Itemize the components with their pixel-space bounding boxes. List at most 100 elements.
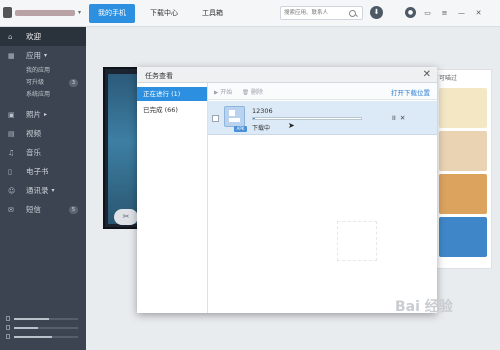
task-row[interactable]: APK 12306 下载中 ➤ II ✕ [208, 101, 437, 135]
category-in-progress[interactable]: 正在进行 (1) [137, 87, 207, 101]
promo-banner[interactable] [439, 174, 487, 214]
category-completed[interactable]: 已完成 (66) [137, 103, 207, 117]
task-category-list: 正在进行 (1) 已完成 (66) [137, 83, 208, 313]
promo-banner[interactable] [439, 217, 487, 257]
progress-fill [253, 118, 256, 119]
promo-banner[interactable] [439, 131, 487, 171]
sidebar-item-ebook[interactable]: ▯ 电子书 [0, 162, 86, 181]
photo-icon: ▣ [8, 110, 15, 119]
storage-bar-fill [14, 317, 50, 320]
sidebar-item-sms[interactable]: ✉ 短信 5 [0, 200, 86, 219]
task-view-dialog: 任务查看 ✕ 正在进行 (1) 已完成 (66) ▶ 开始 🗑 删除 打开下载位置 … [137, 67, 437, 313]
screenshot-icon[interactable]: ✂ [114, 209, 138, 225]
task-status: 下载中 [252, 125, 271, 132]
menu-icon[interactable]: ≡ [439, 7, 450, 18]
storage-row [6, 314, 78, 323]
task-controls: II ✕ [392, 114, 405, 122]
storage-bar-fill [14, 326, 39, 329]
delete-button[interactable]: 🗑 删除 [242, 87, 263, 96]
home-icon: ⌂ [8, 32, 13, 41]
sd-card-icon [6, 325, 10, 330]
progress-bar [252, 117, 362, 120]
device-name-redacted [15, 9, 75, 16]
sidebar-item-contacts[interactable]: ☺ 通讯录 ▾ [0, 181, 86, 200]
device-selector[interactable]: ▾ [3, 7, 81, 18]
chevron-down-icon: ▾ [78, 9, 82, 16]
search-input[interactable] [281, 7, 349, 19]
start-label: 开始 [220, 89, 233, 96]
pause-icon[interactable]: II [392, 114, 396, 122]
start-button[interactable]: ▶ 开始 [214, 87, 232, 96]
mouse-cursor-icon: ➤ [288, 121, 295, 130]
notification-icon[interactable]: ● [405, 7, 416, 18]
storage-bar-fill [14, 335, 53, 338]
video-icon: ▤ [8, 129, 15, 138]
empty-list-area [337, 221, 377, 261]
apk-badge: APK [234, 126, 247, 132]
search-box [280, 6, 363, 20]
search-icon[interactable] [349, 9, 356, 17]
sidebar-item-video[interactable]: ▤ 视频 [0, 124, 86, 143]
tab-toolbox[interactable]: 工具箱 [193, 4, 232, 23]
close-icon[interactable]: ✕ [423, 69, 431, 80]
delete-label: 删除 [250, 89, 263, 96]
sidebar-item-apps[interactable]: ▦ 应用 ▾ [0, 46, 86, 65]
close-window-icon[interactable]: ✕ [473, 7, 484, 18]
dialog-title-bar[interactable]: 任务查看 ✕ [137, 67, 437, 83]
storage-row [6, 332, 78, 341]
music-icon: ♫ [8, 148, 15, 157]
sidebar-subitem-upgradable[interactable]: 可升级 3 [0, 77, 86, 89]
tab-download-center[interactable]: 下载中心 [141, 4, 187, 23]
sidebar-item-label: 音乐 [26, 148, 41, 157]
app-icon [224, 106, 245, 127]
book-icon: ▯ [8, 167, 12, 176]
minimize-icon[interactable]: — [456, 7, 467, 18]
recommend-header: 可喵过 [439, 75, 458, 82]
main-tabs: 我的手机 下载中心 工具箱 [89, 4, 238, 23]
tab-my-phone[interactable]: 我的手机 [89, 4, 135, 23]
sidebar-subitem-system-apps[interactable]: 系统应用 [0, 89, 86, 101]
phone-storage-icon [6, 316, 10, 321]
sidebar: ⌂ 欢迎 ▦ 应用 ▾ 我的应用 可升级 3 系统应用 ▣ 照片 ▸ ▤ 视频 … [0, 27, 86, 350]
sms-icon: ✉ [8, 205, 14, 214]
sidebar-item-label: 欢迎 [26, 32, 41, 41]
dialog-toolbar: ▶ 开始 🗑 删除 打开下载位置 [208, 83, 437, 100]
contacts-icon: ☺ [8, 186, 16, 195]
phone-icon [3, 7, 12, 18]
count-badge: 3 [68, 79, 78, 87]
open-download-location-link[interactable]: 打开下载位置 [391, 87, 430, 97]
apps-grid-icon: ▦ [8, 51, 15, 60]
trash-icon: 🗑 [242, 90, 249, 96]
dialog-title: 任务查看 [145, 72, 173, 80]
task-checkbox[interactable] [212, 115, 219, 122]
sidebar-subitem-my-apps[interactable]: 我的应用 [0, 65, 86, 77]
chevron-right-icon: ▸ [44, 111, 48, 118]
sidebar-item-photos[interactable]: ▣ 照片 ▸ [0, 105, 86, 124]
sidebar-item-label: 电子书 [26, 167, 49, 176]
promo-banner[interactable] [439, 88, 487, 128]
count-badge: 5 [68, 205, 78, 214]
storage-bar [14, 326, 78, 329]
task-name: 12306 [252, 107, 273, 115]
sidebar-subitem-label: 可升级 [26, 79, 45, 86]
sidebar-item-label: 照片 [26, 110, 41, 119]
skin-icon[interactable]: ▭ [422, 7, 433, 18]
sidebar-item-label: 短信 [26, 205, 41, 214]
storage-row [6, 323, 78, 332]
download-icon[interactable]: ⬇ [370, 6, 383, 19]
sidebar-item-music[interactable]: ♫ 音乐 [0, 143, 86, 162]
storage-bar [14, 335, 78, 338]
window-controls: ● ▭ ≡ — ✕ [405, 7, 484, 18]
sidebar-item-label: 应用 [26, 51, 41, 60]
recommend-panel: 可喵过 [434, 69, 492, 269]
storage-bar [14, 317, 78, 320]
watermark: Bai 经验 [395, 299, 453, 315]
sidebar-item-label: 通讯录 [26, 186, 49, 195]
battery-icon [6, 334, 10, 339]
top-bar: ▾ 我的手机 下载中心 工具箱 ⬇ ● ▭ ≡ — ✕ [0, 0, 500, 27]
cancel-icon[interactable]: ✕ [400, 114, 405, 122]
play-icon: ▶ [214, 90, 219, 96]
sidebar-item-welcome[interactable]: ⌂ 欢迎 [0, 27, 86, 46]
chevron-down-icon: ▾ [44, 52, 48, 59]
sidebar-item-label: 视频 [26, 129, 41, 138]
